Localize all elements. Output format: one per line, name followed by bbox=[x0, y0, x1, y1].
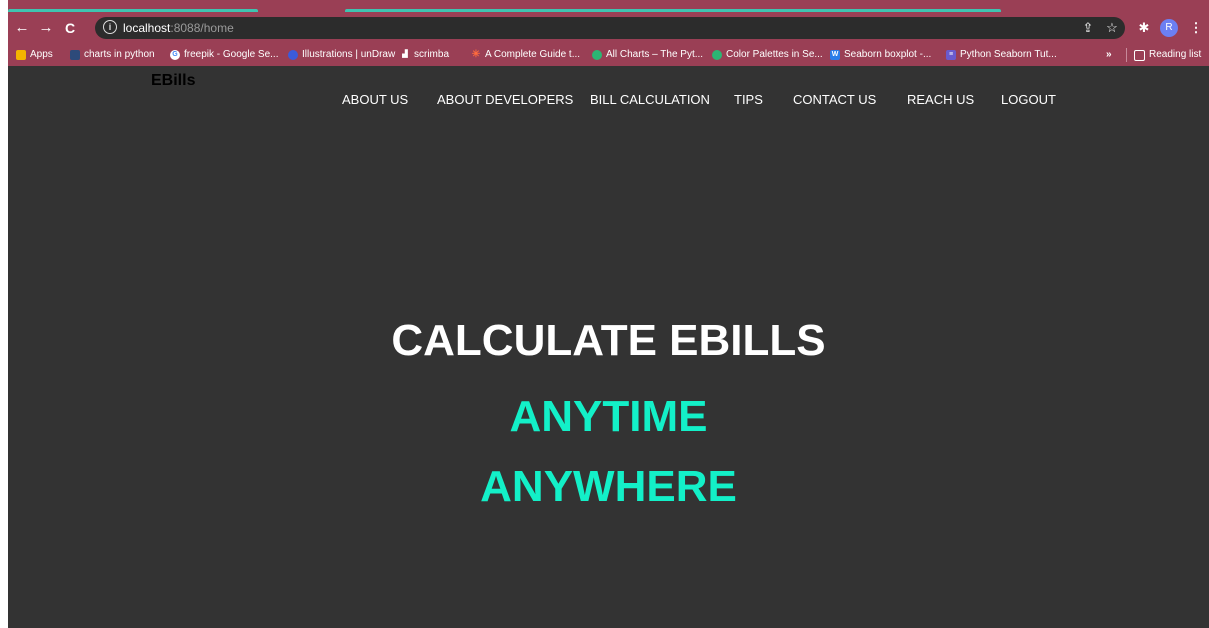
pychart-icon bbox=[592, 50, 602, 60]
nav-reach-us[interactable]: REACH US bbox=[907, 92, 974, 107]
page-content: EBills ABOUT US ABOUT DEVELOPERS BILL CA… bbox=[8, 66, 1209, 628]
tab-strip bbox=[8, 0, 1209, 12]
scrimba-icon: ▟ bbox=[402, 51, 408, 58]
address-bar[interactable]: i localhost:8088/home bbox=[95, 17, 1125, 39]
bookmarks-bar: Apps charts in python Gfreepik - Google … bbox=[8, 44, 1209, 66]
bookmark-item[interactable]: ▟ scrimba bbox=[400, 47, 449, 63]
brand-logo[interactable]: EBills bbox=[151, 72, 195, 90]
bookmark-item[interactable]: Color Palettes in Se... bbox=[712, 47, 823, 63]
nav-contact-us[interactable]: CONTACT US bbox=[793, 92, 876, 107]
back-icon[interactable]: ← bbox=[12, 18, 32, 38]
reload-icon[interactable]: C bbox=[60, 18, 80, 38]
url-host: localhost bbox=[123, 21, 171, 35]
asterisk-icon: ✳ bbox=[471, 49, 481, 60]
nav-about-developers[interactable]: ABOUT DEVELOPERS bbox=[437, 92, 573, 107]
bookmark-item[interactable]: ≡ Python Seaborn Tut... bbox=[946, 47, 1057, 63]
bookmark-item[interactable]: Illustrations | unDraw bbox=[288, 47, 395, 63]
bookmarks-overflow-button[interactable]: » bbox=[1106, 47, 1112, 63]
bookmark-label: A Complete Guide t... bbox=[485, 49, 581, 60]
bookmark-label: Python Seaborn Tut... bbox=[960, 49, 1057, 60]
bookmark-label: Color Palettes in Se... bbox=[726, 49, 823, 60]
bookmark-star-icon[interactable]: ☆ bbox=[1102, 18, 1122, 38]
bookmark-label: All Charts – The Pyt... bbox=[606, 49, 704, 60]
bookmark-label: charts in python bbox=[84, 49, 155, 60]
bookmark-apps[interactable]: Apps bbox=[16, 47, 53, 63]
profile-avatar[interactable]: R bbox=[1160, 19, 1178, 37]
bookmark-item[interactable]: W Seaborn boxplot -... bbox=[830, 47, 931, 63]
google-icon: G bbox=[170, 50, 180, 60]
bookmark-label: scrimba bbox=[414, 49, 450, 60]
bookmark-label: Seaborn boxplot -... bbox=[844, 49, 932, 60]
bookmark-item[interactable]: ✳ A Complete Guide t... bbox=[471, 47, 580, 63]
share-icon[interactable]: ⇪ bbox=[1078, 18, 1098, 38]
list-icon: ≡ bbox=[946, 50, 956, 60]
bookmark-item[interactable]: charts in python bbox=[70, 47, 155, 63]
browser-toolbar: ← → C i localhost:8088/home ⇪ ☆ ✱ R ⋮ bbox=[8, 12, 1209, 44]
nav-tips[interactable]: TIPS bbox=[734, 92, 763, 107]
url-text[interactable]: localhost:8088/home bbox=[123, 20, 234, 36]
forward-icon[interactable]: → bbox=[36, 18, 56, 38]
bookmark-label: Apps bbox=[30, 49, 53, 60]
nav-bill-calculation[interactable]: BILL CALCULATION bbox=[590, 92, 710, 107]
pychart-icon bbox=[712, 50, 722, 60]
url-path: :8088/home bbox=[170, 21, 234, 35]
undraw-icon bbox=[288, 50, 298, 60]
reading-list-icon bbox=[1134, 49, 1145, 61]
bookmark-item[interactable]: Gfreepik - Google Se... bbox=[170, 47, 279, 63]
reading-list-button[interactable]: Reading list bbox=[1134, 47, 1201, 63]
menu-icon[interactable]: ⋮ bbox=[1186, 18, 1206, 38]
nav-logout[interactable]: LOGOUT bbox=[1001, 92, 1056, 107]
bookmark-label: freepik - Google Se... bbox=[184, 49, 279, 60]
nav-about-us[interactable]: ABOUT US bbox=[342, 92, 408, 107]
hero-subtitle-anytime: ANYTIME bbox=[509, 392, 708, 441]
w-icon: W bbox=[830, 50, 840, 60]
hero-title: CALCULATE EBILLS bbox=[391, 316, 826, 365]
bookmark-item[interactable]: All Charts – The Pyt... bbox=[592, 47, 703, 63]
site-favicon-icon bbox=[70, 50, 80, 60]
apps-grid-icon bbox=[16, 50, 26, 60]
extensions-icon[interactable]: ✱ bbox=[1134, 18, 1154, 38]
reading-list-label: Reading list bbox=[1149, 49, 1202, 60]
divider bbox=[1126, 48, 1127, 62]
bookmark-label: Illustrations | unDraw bbox=[302, 49, 396, 60]
site-info-icon[interactable]: i bbox=[103, 20, 117, 34]
hero-subtitle-anywhere: ANYWHERE bbox=[480, 462, 737, 511]
